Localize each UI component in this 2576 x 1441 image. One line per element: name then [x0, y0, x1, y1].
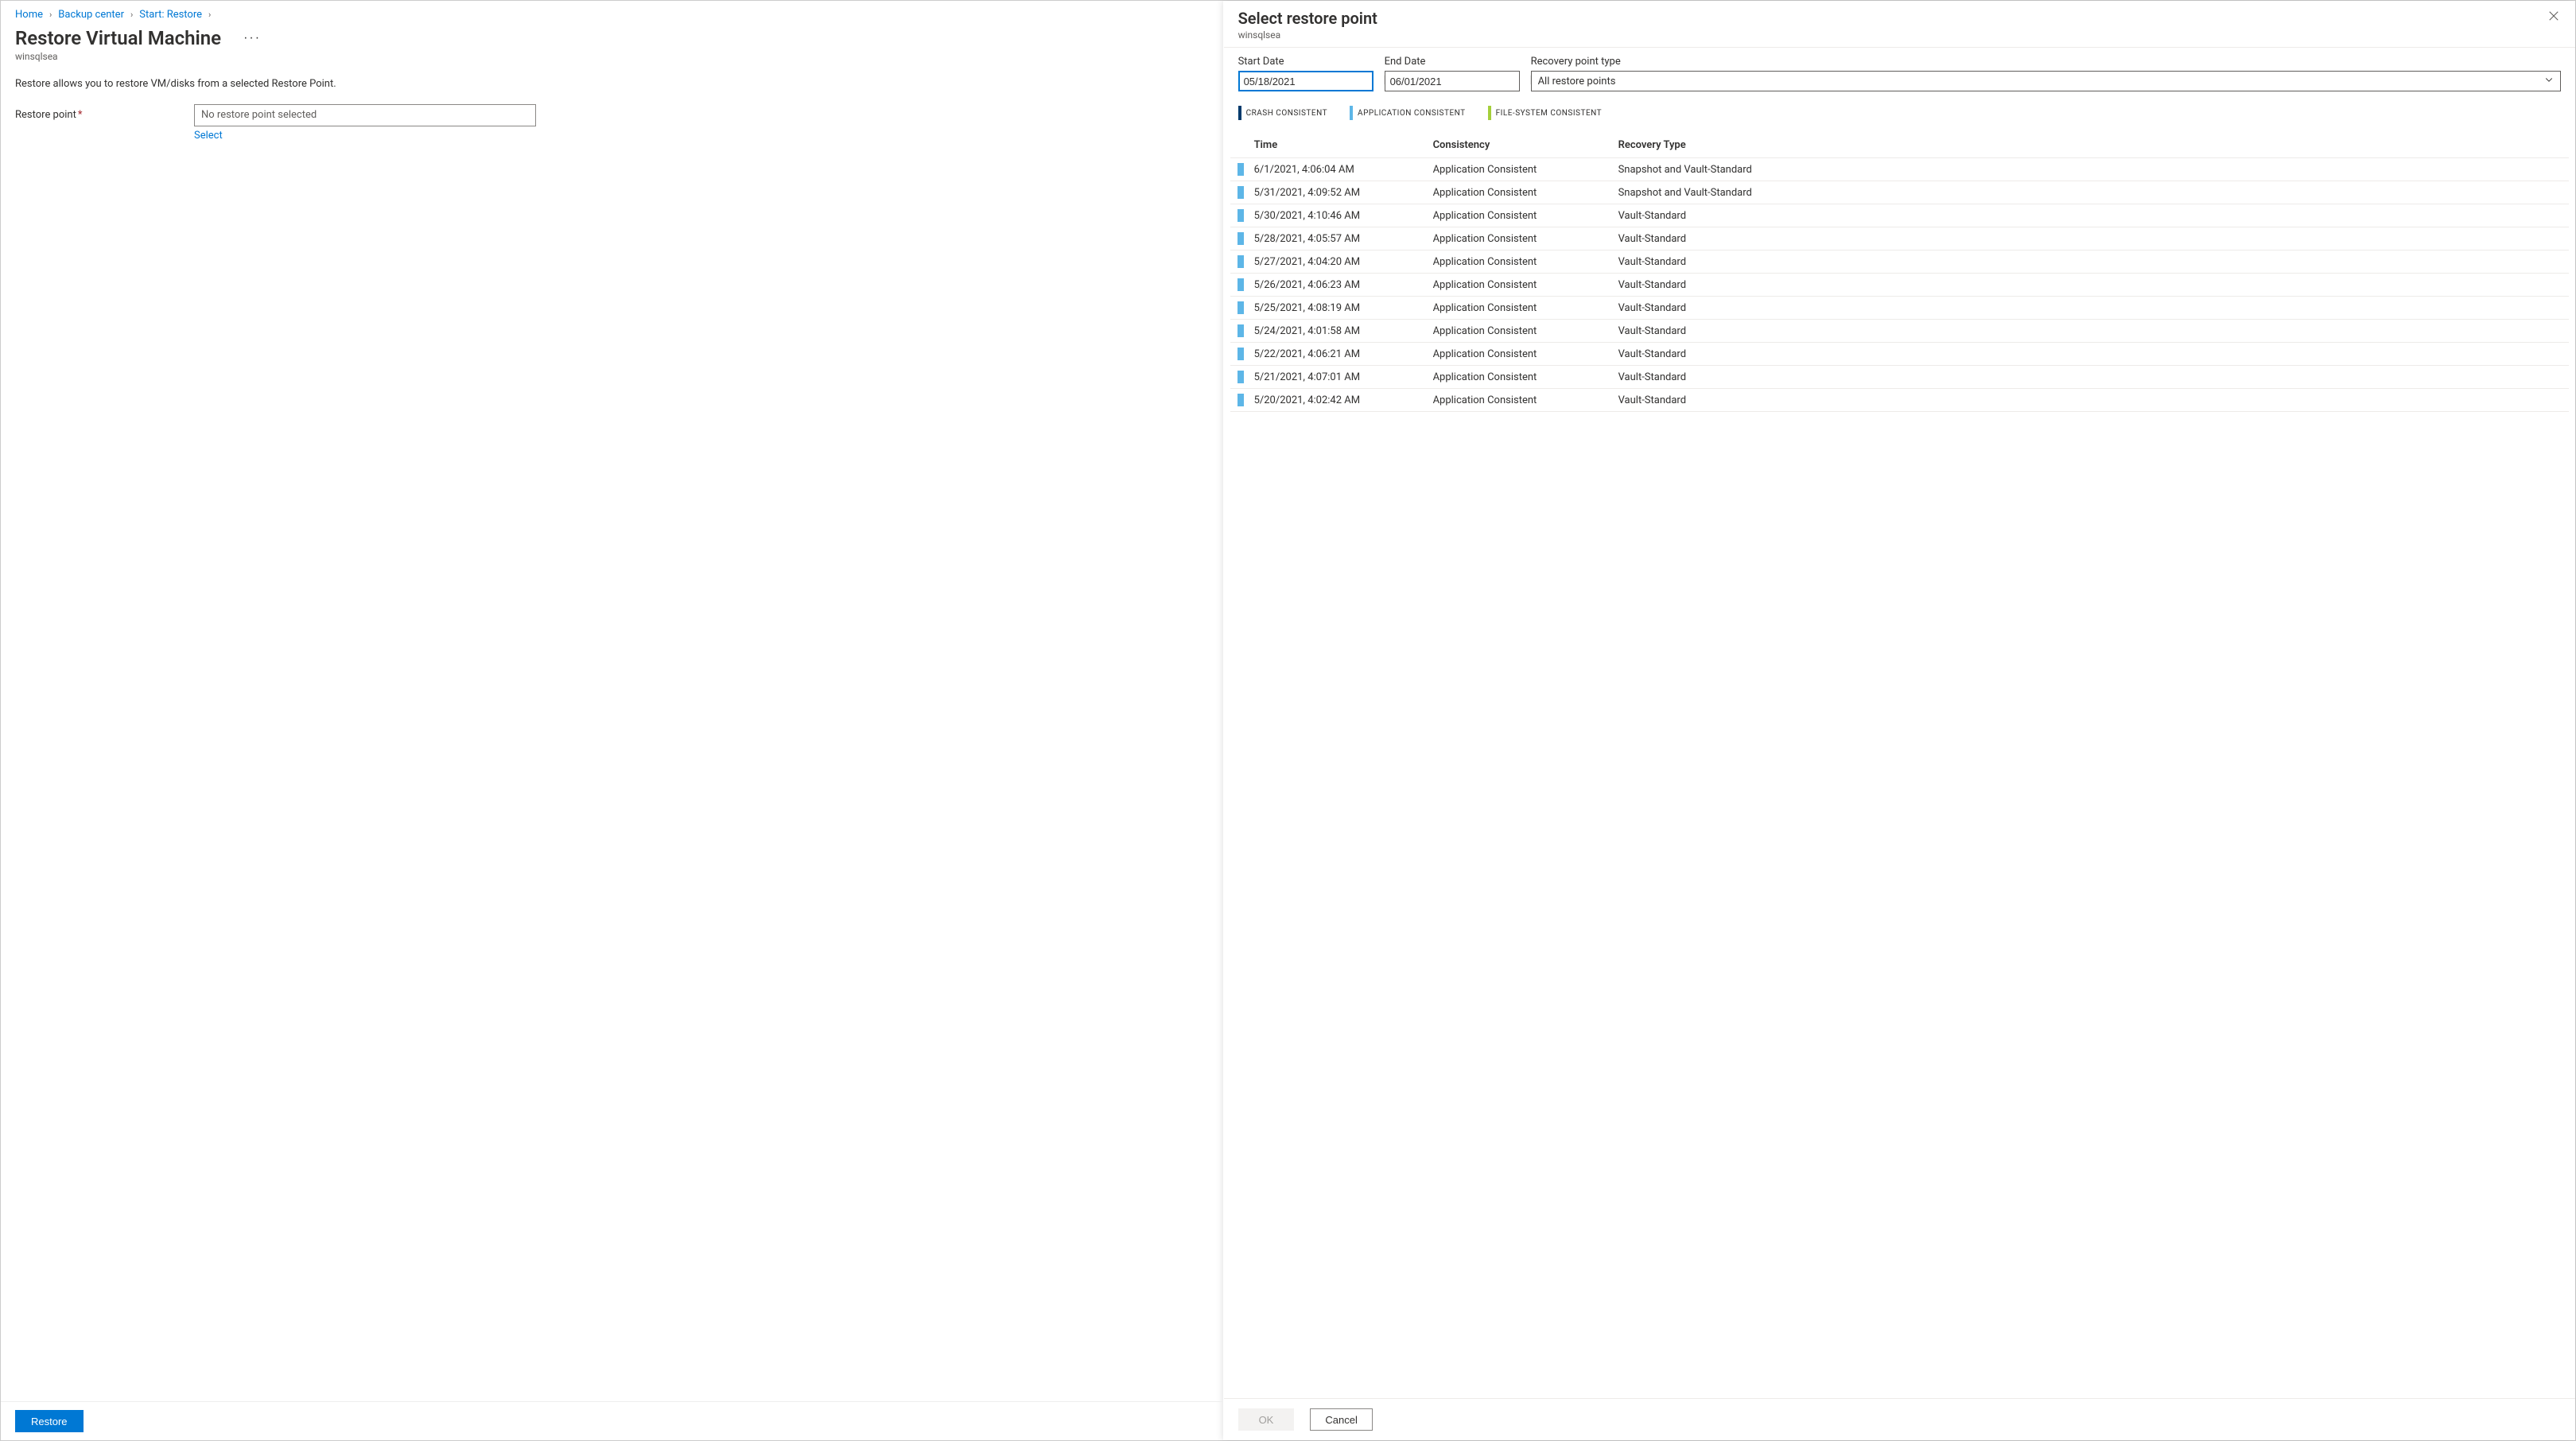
cell-consistency: Application Consistent: [1433, 187, 1618, 199]
cell-recovery-type: Snapshot and Vault-Standard: [1618, 164, 2569, 176]
cell-time: 5/27/2021, 4:04:20 AM: [1248, 256, 1433, 268]
cell-recovery-type: Vault-Standard: [1618, 394, 2569, 406]
legend-file-system-consistent: FILE-SYSTEM CONSISTENT: [1488, 106, 1602, 120]
consistency-bar-icon: [1237, 301, 1244, 314]
cell-time: 5/25/2021, 4:08:19 AM: [1248, 302, 1433, 314]
breadcrumb: Home › Backup center › Start: Restore ›: [1, 1, 1223, 27]
legend-bar-icon: [1350, 106, 1353, 120]
cell-time: 5/28/2021, 4:05:57 AM: [1248, 233, 1433, 245]
table-row[interactable]: 5/22/2021, 4:06:21 AMApplication Consist…: [1230, 343, 2569, 366]
consistency-bar-icon: [1237, 209, 1244, 222]
chevron-right-icon: ›: [46, 10, 55, 20]
restore-point-input[interactable]: No restore point selected: [194, 104, 536, 126]
consistency-bar-icon: [1237, 394, 1244, 406]
select-restore-point-link[interactable]: Select: [194, 130, 223, 142]
cell-recovery-type: Vault-Standard: [1618, 233, 2569, 245]
consistency-bar-icon: [1237, 348, 1244, 360]
consistency-bar-icon: [1237, 232, 1244, 245]
panel-resource-name: winsqlsea: [1238, 29, 1377, 41]
start-date-field[interactable]: [1238, 71, 1373, 91]
cell-recovery-type: Vault-Standard: [1618, 348, 2569, 360]
cell-time: 5/31/2021, 4:09:52 AM: [1248, 187, 1433, 199]
cell-time: 5/26/2021, 4:06:23 AM: [1248, 279, 1433, 291]
cell-consistency: Application Consistent: [1433, 256, 1618, 268]
cell-consistency: Application Consistent: [1433, 394, 1618, 406]
cell-recovery-type: Snapshot and Vault-Standard: [1618, 187, 2569, 199]
chevron-right-icon: ›: [127, 10, 136, 20]
table-row[interactable]: 5/25/2021, 4:08:19 AMApplication Consist…: [1230, 297, 2569, 320]
legend-crash-consistent: CRASH CONSISTENT: [1238, 106, 1327, 120]
legend-application-consistent: APPLICATION CONSISTENT: [1350, 106, 1466, 120]
breadcrumb-home[interactable]: Home: [15, 9, 43, 21]
consistency-bar-icon: [1237, 371, 1244, 383]
cell-consistency: Application Consistent: [1433, 325, 1618, 337]
cell-consistency: Application Consistent: [1433, 302, 1618, 314]
cell-recovery-type: Vault-Standard: [1618, 210, 2569, 222]
recovery-point-type-select[interactable]: All restore points: [1531, 71, 2561, 91]
restore-point-label: Restore point*: [15, 104, 194, 121]
cell-recovery-type: Vault-Standard: [1618, 371, 2569, 383]
end-date-input[interactable]: [1390, 76, 1530, 87]
consistency-bar-icon: [1237, 255, 1244, 268]
more-actions-button[interactable]: ···: [243, 32, 261, 45]
table-row[interactable]: 5/26/2021, 4:06:23 AMApplication Consist…: [1230, 274, 2569, 297]
col-header-time[interactable]: Time: [1248, 139, 1433, 151]
page-resource-name: winsqlsea: [15, 51, 1209, 62]
cell-consistency: Application Consistent: [1433, 210, 1618, 222]
cell-recovery-type: Vault-Standard: [1618, 302, 2569, 314]
panel-title: Select restore point: [1238, 9, 1377, 28]
cancel-button[interactable]: Cancel: [1310, 1408, 1372, 1431]
legend-bar-icon: [1238, 106, 1241, 120]
breadcrumb-backup-center[interactable]: Backup center: [58, 9, 124, 21]
chevron-right-icon: ›: [205, 10, 214, 20]
recovery-point-type-value: All restore points: [1538, 76, 1616, 87]
table-header: Time Consistency Recovery Type: [1230, 133, 2569, 158]
table-row[interactable]: 5/21/2021, 4:07:01 AMApplication Consist…: [1230, 366, 2569, 389]
cell-consistency: Application Consistent: [1433, 233, 1618, 245]
close-icon: [2548, 12, 2559, 24]
table-row[interactable]: 5/24/2021, 4:01:58 AMApplication Consist…: [1230, 320, 2569, 343]
col-header-recovery-type[interactable]: Recovery Type: [1618, 139, 2569, 151]
consistency-bar-icon: [1237, 186, 1244, 199]
legend-bar-icon: [1488, 106, 1491, 120]
cell-recovery-type: Vault-Standard: [1618, 256, 2569, 268]
consistency-legend: CRASH CONSISTENT APPLICATION CONSISTENT …: [1224, 91, 2575, 125]
end-date-field[interactable]: [1385, 71, 1520, 91]
table-row[interactable]: 5/30/2021, 4:10:46 AMApplication Consist…: [1230, 204, 2569, 227]
table-row[interactable]: 6/1/2021, 4:06:04 AMApplication Consiste…: [1230, 158, 2569, 181]
cell-time: 5/22/2021, 4:06:21 AM: [1248, 348, 1433, 360]
breadcrumb-start-restore[interactable]: Start: Restore: [139, 9, 202, 21]
end-date-label: End Date: [1385, 56, 1520, 68]
recovery-point-type-label: Recovery point type: [1531, 56, 2561, 68]
cell-time: 5/21/2021, 4:07:01 AM: [1248, 371, 1433, 383]
cell-time: 6/1/2021, 4:06:04 AM: [1248, 164, 1433, 176]
cell-recovery-type: Vault-Standard: [1618, 279, 2569, 291]
ok-button: OK: [1238, 1408, 1295, 1431]
consistency-bar-icon: [1237, 163, 1244, 176]
table-row[interactable]: 5/31/2021, 4:09:52 AMApplication Consist…: [1230, 181, 2569, 204]
cell-time: 5/24/2021, 4:01:58 AM: [1248, 325, 1433, 337]
cell-recovery-type: Vault-Standard: [1618, 325, 2569, 337]
table-row[interactable]: 5/20/2021, 4:02:42 AMApplication Consist…: [1230, 389, 2569, 412]
cell-consistency: Application Consistent: [1433, 371, 1618, 383]
table-row[interactable]: 5/27/2021, 4:04:20 AMApplication Consist…: [1230, 251, 2569, 274]
chevron-down-icon: [2544, 75, 2554, 87]
page-description: Restore allows you to restore VM/disks f…: [1, 67, 1223, 104]
consistency-bar-icon: [1237, 278, 1244, 291]
start-date-label: Start Date: [1238, 56, 1373, 68]
consistency-bar-icon: [1237, 324, 1244, 337]
close-button[interactable]: [2547, 9, 2561, 25]
start-date-input[interactable]: [1244, 76, 1384, 87]
cell-consistency: Application Consistent: [1433, 164, 1618, 176]
cell-consistency: Application Consistent: [1433, 348, 1618, 360]
table-row[interactable]: 5/28/2021, 4:05:57 AMApplication Consist…: [1230, 227, 2569, 251]
cell-consistency: Application Consistent: [1433, 279, 1618, 291]
cell-time: 5/30/2021, 4:10:46 AM: [1248, 210, 1433, 222]
page-title: Restore Virtual Machine: [15, 27, 221, 49]
restore-button[interactable]: Restore: [15, 1410, 84, 1432]
cell-time: 5/20/2021, 4:02:42 AM: [1248, 394, 1433, 406]
col-header-consistency[interactable]: Consistency: [1433, 139, 1618, 151]
